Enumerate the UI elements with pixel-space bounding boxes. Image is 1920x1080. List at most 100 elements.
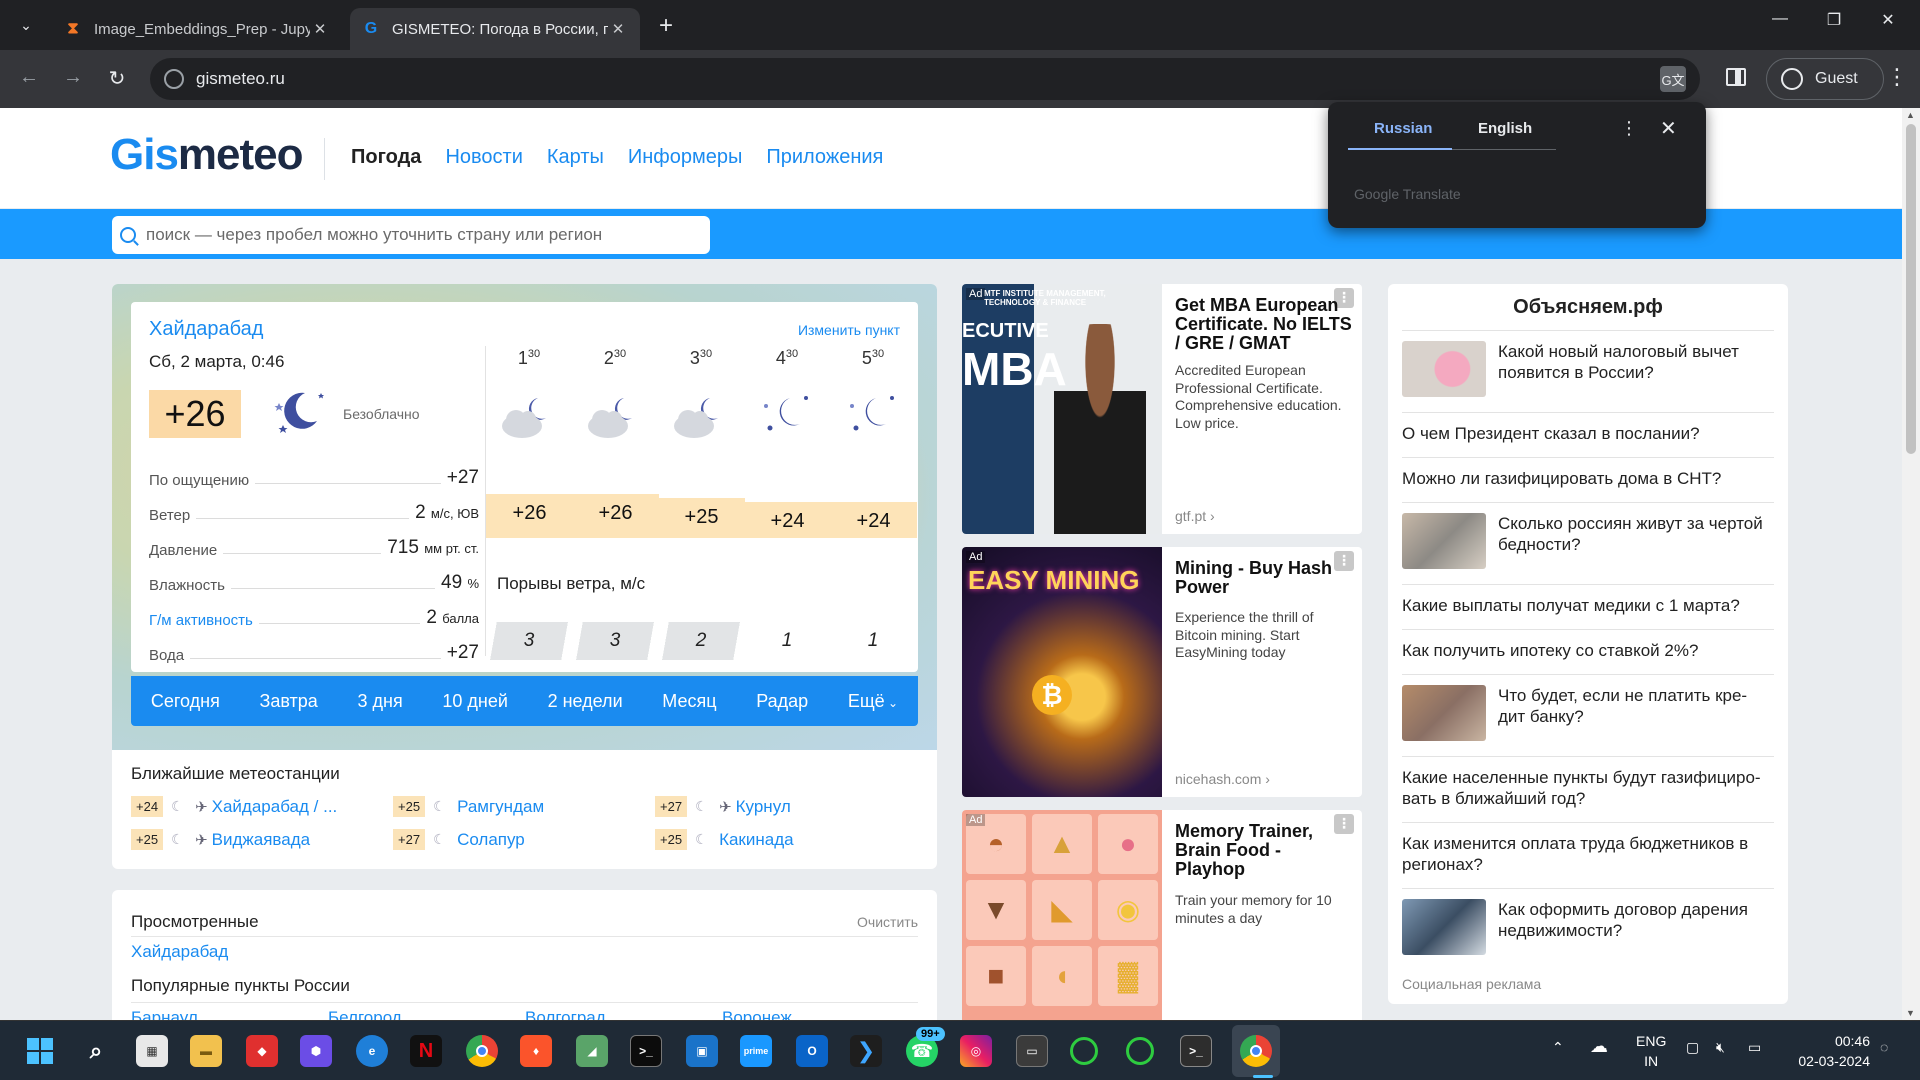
tab-gismeteo[interactable]: G GISMETEO: Погода в России, п ✕ [350, 8, 640, 50]
clock[interactable]: 00:46 02-03-2024 [1784, 1031, 1870, 1071]
scroll-down-icon[interactable]: ▼ [1906, 1008, 1915, 1018]
scrollbar-thumb[interactable] [1906, 124, 1916, 454]
clear-viewed-link[interactable]: Очистить [857, 914, 918, 930]
search-icon[interactable]: ⌕ [80, 1035, 112, 1067]
nav-maps[interactable]: Карты [547, 146, 604, 169]
chrome-active-icon[interactable] [1240, 1035, 1272, 1067]
popular-city-link[interactable]: Воронеж [722, 1008, 792, 1020]
news-item[interactable]: О чем Президент сказал в послании? [1402, 412, 1774, 457]
tray-overflow-icon[interactable]: ⌃ [1552, 1039, 1564, 1056]
tab-10-days[interactable]: 10 дней [442, 691, 508, 712]
side-panel-icon[interactable] [1726, 68, 1746, 86]
nav-weather[interactable]: Погода [351, 146, 421, 169]
address-bar[interactable]: gismeteo.ru G文 [150, 58, 1700, 100]
brave-icon[interactable]: ♦ [520, 1035, 552, 1067]
restore-button[interactable]: ❐ [1814, 10, 1854, 30]
search-input[interactable] [146, 225, 686, 245]
ad-mba[interactable]: MTF INSTITUTE MANAGEMENT, TECHNOLOGY & F… [962, 284, 1362, 534]
language-indicator[interactable]: ENG IN [1636, 1031, 1666, 1071]
lang-russian-tab[interactable]: Russian [1374, 120, 1432, 137]
forward-button[interactable]: → [58, 66, 88, 89]
instagram-icon[interactable]: ◎ [960, 1035, 992, 1067]
file-explorer-icon[interactable]: ▬ [190, 1035, 222, 1067]
viewed-city-link[interactable]: Хайдарабад [131, 942, 228, 962]
new-tab-button[interactable]: + [652, 12, 680, 40]
nav-news[interactable]: Новости [445, 146, 522, 169]
vscode-icon[interactable]: ❯ [850, 1035, 882, 1067]
news-title[interactable]: Объясняем.рф [1388, 296, 1788, 319]
terminal-icon[interactable]: >_ [630, 1035, 662, 1067]
ad-image[interactable]: ◓ ▲ ● ▼ ◣ ◉ ■ ◖ ▓ [962, 810, 1162, 1020]
prime-video-icon[interactable]: prime [740, 1035, 772, 1067]
news-item[interactable]: Как изменится оплата труда бюджетников в… [1402, 822, 1774, 888]
city-name[interactable]: Хайдарабад [149, 318, 263, 341]
news-item[interactable]: Как оформить договор дарения недвижимост… [1402, 888, 1774, 966]
chrome-icon[interactable] [466, 1035, 498, 1067]
nav-apps[interactable]: Приложения [766, 146, 883, 169]
store-icon[interactable]: ▦ [136, 1035, 168, 1067]
scroll-up-icon[interactable]: ▲ [1906, 110, 1915, 120]
tab-3-days[interactable]: 3 дня [358, 691, 403, 712]
tab-2-weeks[interactable]: 2 недели [548, 691, 623, 712]
tab-jupyter[interactable]: ⧗ Image_Embeddings_Prep - Jupy ✕ [52, 8, 342, 50]
tab-month[interactable]: Месяц [662, 691, 716, 712]
windows-start-icon[interactable] [24, 1035, 56, 1067]
network-icon[interactable]: ▢ [1686, 1039, 1699, 1056]
news-item[interactable]: Сколько россиян живут за чертой бедности… [1402, 502, 1774, 584]
close-icon[interactable]: ✕ [1660, 116, 1677, 141]
site-info-icon[interactable] [164, 69, 184, 89]
change-location-link[interactable]: Изменить пункт [798, 322, 900, 338]
netflix-icon[interactable]: N [410, 1035, 442, 1067]
gismeteo-logo[interactable]: Gismeteo [110, 130, 304, 180]
app-green-ring-icon[interactable] [1070, 1037, 1098, 1065]
reload-button[interactable]: ↻ [102, 66, 132, 91]
ad-playhop[interactable]: ◓ ▲ ● ▼ ◣ ◉ ■ ◖ ▓ Ad ⋮ Memory Trainer, B… [962, 810, 1362, 1020]
ad-headline[interactable]: Memory Trainer, Brain Food - Playhop [1175, 822, 1355, 879]
app-purple-icon[interactable]: ⬢ [300, 1035, 332, 1067]
news-item[interactable]: Какие выплаты получат медики с 1 марта? [1402, 584, 1774, 629]
station-item[interactable]: +27 ☾ Солапур [393, 829, 525, 850]
page-scrollbar[interactable]: ▲ ▼ [1902, 108, 1920, 1020]
translate-icon[interactable]: G文 [1660, 66, 1686, 92]
browser-menu-icon[interactable]: ⋮ [1886, 64, 1908, 90]
news-item[interactable]: Какой новый налоговый вычет появится в Р… [1402, 330, 1774, 412]
station-item[interactable]: +25 ☾ Рамгундам [393, 796, 544, 817]
tab-tomorrow[interactable]: Завтра [260, 691, 318, 712]
popular-city-link[interactable]: Белгород [328, 1008, 402, 1020]
translate-options-icon[interactable]: ⋮ [1620, 118, 1638, 139]
tab-more[interactable]: Ещё ⌄ [848, 691, 898, 712]
volume-muted-icon[interactable]: 🔇︎ [1716, 1039, 1725, 1056]
news-item[interactable]: Что будет, если не платить кре- дит банк… [1402, 674, 1774, 756]
station-item[interactable]: +27 ☾ ✈ Курнул [655, 796, 791, 817]
outlook-icon[interactable]: O [796, 1035, 828, 1067]
nav-informers[interactable]: Информеры [628, 146, 743, 169]
news-item[interactable]: Какие населенные пункты будут газифициро… [1402, 756, 1774, 822]
tab-search-button[interactable]: ⌄ [12, 11, 40, 39]
ad-easymining[interactable]: EASY MINING ₿ Ad ⋮ Mining - Buy Hash Pow… [962, 547, 1362, 797]
geomagnetic-link[interactable]: Г/м активность [149, 612, 253, 629]
search-box[interactable] [112, 216, 710, 254]
notification-bell-icon[interactable]: ◌ [1880, 1039, 1888, 1055]
close-tab-icon[interactable]: ✕ [608, 20, 628, 38]
news-item[interactable]: Можно ли газифицировать дома в СНТ? [1402, 457, 1774, 502]
lang-english-tab[interactable]: English [1478, 120, 1532, 137]
news-item[interactable]: Как получить ипотеку со ставкой 2%? [1402, 629, 1774, 674]
ad-image[interactable]: EASY MINING ₿ [962, 547, 1162, 797]
ad-headline[interactable]: Get MBA European Certificate. No IELTS /… [1175, 296, 1355, 353]
tab-today[interactable]: Сегодня [151, 691, 220, 712]
profile-button[interactable]: Guest [1766, 58, 1884, 100]
popular-city-link[interactable]: Барнаул [131, 1008, 198, 1020]
edge-icon[interactable]: e [356, 1035, 388, 1067]
app-green-ring-icon[interactable] [1126, 1037, 1154, 1065]
station-item[interactable]: +25 ☾ ✈ Виджаявада [131, 829, 310, 850]
minimize-button[interactable]: — [1760, 10, 1800, 28]
ad-headline[interactable]: Mining - Buy Hash Power [1175, 559, 1355, 597]
popular-city-link[interactable]: Волгоград [525, 1008, 606, 1020]
ad-image[interactable]: MTF INSTITUTE MANAGEMENT, TECHNOLOGY & F… [962, 284, 1162, 534]
station-item[interactable]: +25 ☾ Какинада [655, 829, 794, 850]
ad-source[interactable]: gtf.pt › [1175, 508, 1215, 524]
terminal-icon[interactable]: >_ [1180, 1035, 1212, 1067]
station-item[interactable]: +24 ☾ ✈ Хайдарабад / ... [131, 796, 337, 817]
tab-radar[interactable]: Радар [756, 691, 808, 712]
back-button[interactable]: ← [14, 66, 44, 89]
